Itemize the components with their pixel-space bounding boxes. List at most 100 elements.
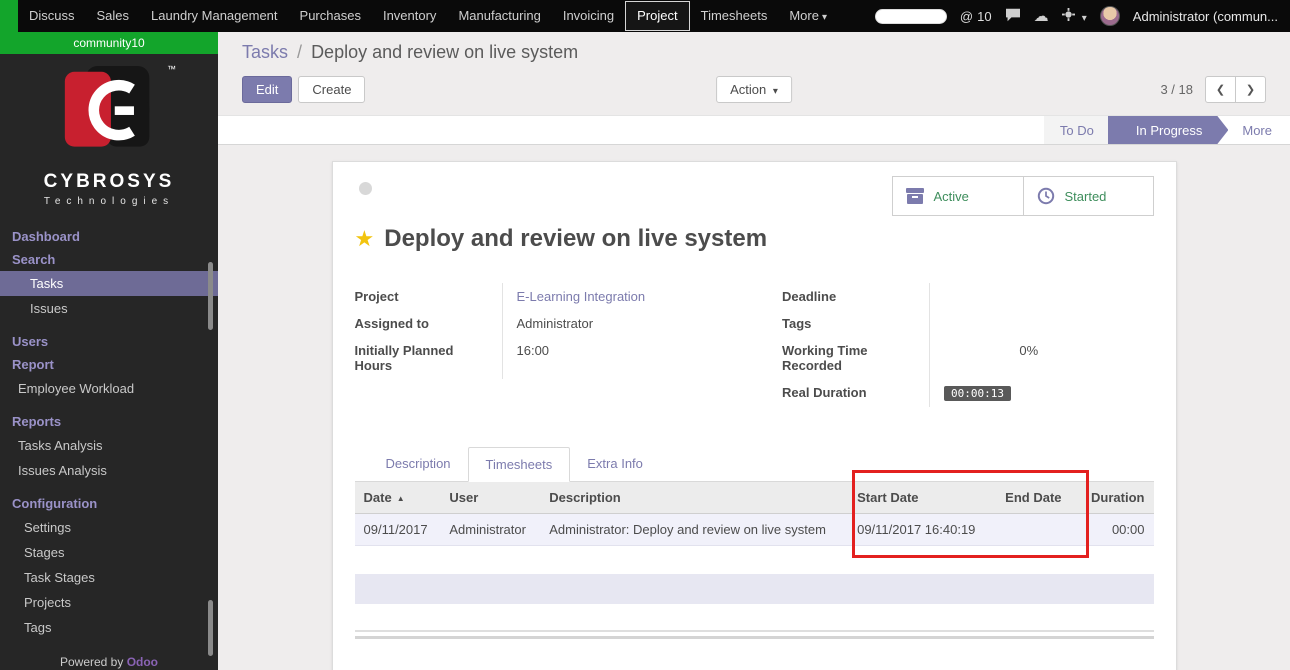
sidebar-scrollbar[interactable] [208, 262, 213, 330]
sidebar-item-tasks[interactable]: Tasks [0, 271, 218, 296]
sidebar-item-task-stages[interactable]: Task Stages [0, 565, 218, 590]
sidebar-item-projects[interactable]: Projects [0, 590, 218, 615]
sidebar: community10 ™ CYBROSYS Technologies Dash… [0, 32, 218, 670]
active-stat-button[interactable]: Active [893, 177, 1023, 215]
kanban-state-icon[interactable] [359, 182, 372, 195]
activities-count: 10 [977, 9, 991, 24]
tab-timesheets[interactable]: Timesheets [468, 447, 571, 482]
sidebar-item-issues[interactable]: Issues [0, 296, 218, 321]
sort-asc-icon: ▲ [397, 494, 405, 503]
separator-line [355, 636, 1154, 639]
menu-purchases[interactable]: Purchases [289, 0, 372, 32]
clock-icon [1037, 187, 1055, 205]
sidebar-item-employee-workload[interactable]: Employee Workload [0, 376, 218, 401]
menu-laundry-management[interactable]: Laundry Management [140, 0, 288, 32]
working-time-field-value: 0% [930, 337, 1154, 379]
breadcrumb-tasks-link[interactable]: Tasks [242, 42, 288, 62]
separator-line [355, 630, 1154, 632]
sidebar-item-tags[interactable]: Tags [0, 615, 218, 640]
sidebar-item-stages[interactable]: Stages [0, 540, 218, 565]
topbar: Discuss Sales Laundry Management Purchas… [0, 0, 1290, 32]
sidebar-item-dashboard[interactable]: Dashboard [0, 225, 218, 248]
deadline-field-value [930, 283, 1154, 310]
started-stat-label: Started [1065, 189, 1107, 204]
stage-in-progress[interactable]: In Progress [1108, 116, 1228, 144]
edit-button[interactable]: Edit [242, 76, 292, 103]
trademark-symbol: ™ [167, 64, 176, 74]
action-dropdown-button[interactable]: Action ▾ [716, 76, 792, 103]
sidebar-item-settings[interactable]: Settings [0, 515, 218, 540]
tags-field-label: Tags [782, 310, 930, 337]
real-duration-badge: 00:00:13 [944, 386, 1011, 401]
pager-previous-button[interactable]: ❮ [1205, 76, 1236, 103]
cell-end-date [996, 514, 1082, 546]
odoo-link[interactable]: Odoo [127, 655, 158, 669]
menu-inventory[interactable]: Inventory [372, 0, 447, 32]
company-logo: ™ CYBROSYS Technologies [0, 54, 218, 213]
control-panel: Tasks / Deploy and review on live system… [218, 32, 1290, 103]
timesheet-row[interactable]: 09/11/2017 Administrator Administrator: … [355, 514, 1154, 546]
sidebar-menu: Dashboard Search Tasks Issues Users Repo… [0, 225, 218, 640]
button-row: Edit Create Action ▾ 3 / 18 ❮ ❯ [242, 76, 1266, 103]
real-duration-field-label: Real Duration [782, 379, 930, 407]
user-menu[interactable]: Administrator (commun... [1133, 9, 1278, 24]
sidebar-scrollbar[interactable] [208, 600, 213, 656]
apps-toggle[interactable] [0, 0, 18, 32]
pager-counter: 3 / 18 [1160, 82, 1193, 97]
chevron-right-icon: ❯ [1246, 83, 1255, 96]
tab-extra-info[interactable]: Extra Info [570, 447, 660, 482]
column-header-user[interactable]: User [440, 482, 540, 514]
project-field-label: Project [355, 283, 503, 310]
started-stat-button[interactable]: Started [1023, 177, 1153, 215]
cell-start-date: 09/11/2017 16:40:19 [848, 514, 996, 546]
menu-more[interactable]: More▾ [778, 0, 838, 32]
create-button[interactable]: Create [298, 76, 365, 103]
planned-hours-field-label: Initially Planned Hours [355, 337, 503, 379]
activities-counter[interactable]: @ 10 [960, 9, 992, 24]
priority-star-icon[interactable]: ★ [355, 228, 375, 250]
sidebar-item-reports[interactable]: Reports [0, 410, 218, 433]
chevron-down-icon: ▾ [773, 86, 778, 97]
project-field-value-link[interactable]: E-Learning Integration [517, 289, 646, 304]
column-header-start-date[interactable]: Start Date [848, 482, 996, 514]
sidebar-item-tasks-analysis[interactable]: Tasks Analysis [0, 433, 218, 458]
sidebar-item-configuration[interactable]: Configuration [0, 492, 218, 515]
column-header-description[interactable]: Description [540, 482, 848, 514]
menu-sales[interactable]: Sales [86, 0, 141, 32]
menu-invoicing[interactable]: Invoicing [552, 0, 625, 32]
deadline-field-label: Deadline [782, 283, 930, 310]
sidebar-item-report[interactable]: Report [0, 353, 218, 376]
tab-description[interactable]: Description [369, 447, 468, 482]
statusbar: To Do In Progress More [218, 115, 1290, 145]
sidebar-item-users[interactable]: Users [0, 330, 218, 353]
menu-timesheets[interactable]: Timesheets [690, 0, 779, 32]
user-avatar[interactable] [1100, 6, 1120, 26]
timer-pill[interactable] [875, 9, 947, 24]
tools-icon[interactable]: ▾ [1062, 8, 1087, 24]
cell-user: Administrator [440, 514, 540, 546]
cell-duration: 00:00 [1082, 514, 1153, 546]
powered-by-text: Powered by [60, 655, 123, 669]
assigned-to-field-label: Assigned to [355, 310, 503, 337]
column-header-end-date[interactable]: End Date [996, 482, 1082, 514]
at-icon: @ [960, 9, 973, 24]
column-header-date[interactable]: Date▲ [355, 482, 441, 514]
cloud-icon[interactable]: ☁ [1034, 9, 1049, 24]
column-header-duration[interactable]: Duration [1082, 482, 1153, 514]
messages-icon[interactable] [1005, 8, 1021, 25]
chevron-left-icon: ❮ [1216, 83, 1225, 96]
field-group-right: Deadline Tags Working Time Recorded 0% R… [754, 283, 1154, 407]
sidebar-item-issues-analysis[interactable]: Issues Analysis [0, 458, 218, 483]
active-stat-label: Active [934, 189, 969, 204]
pager: 3 / 18 ❮ ❯ [1160, 76, 1266, 103]
menu-project[interactable]: Project [625, 1, 689, 31]
task-title: Deploy and review on live system [384, 225, 767, 253]
menu-manufacturing[interactable]: Manufacturing [447, 0, 551, 32]
planned-hours-field-value: 16:00 [503, 337, 755, 379]
task-form-sheet: Active Started ★ Deploy and review on li… [332, 161, 1177, 670]
breadcrumb-separator: / [297, 42, 302, 62]
pager-next-button[interactable]: ❯ [1235, 76, 1266, 103]
menu-discuss[interactable]: Discuss [18, 0, 86, 32]
logo-brand-text: CYBROSYS [0, 171, 218, 193]
sidebar-item-search[interactable]: Search [0, 248, 218, 271]
